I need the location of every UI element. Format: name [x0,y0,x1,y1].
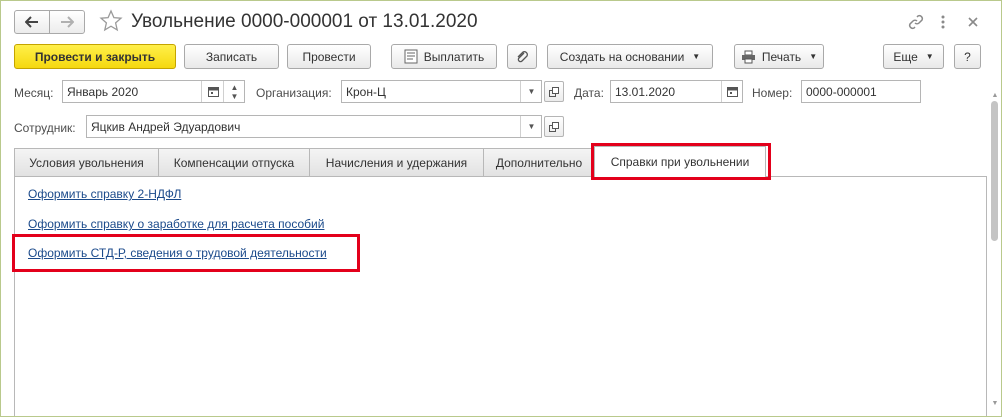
scroll-up-icon[interactable]: ▲ [991,91,999,99]
employee-label: Сотрудник: [14,121,76,135]
save-button[interactable]: Записать [184,44,279,69]
chevron-down-icon[interactable]: ▼ [231,92,239,101]
date-value: 13.01.2020 [615,85,676,99]
document-window: Увольнение 0000-000001 от 13.01.2020 Про… [0,0,1002,417]
page-title: Увольнение 0000-000001 от 13.01.2020 [131,11,478,32]
number-field[interactable]: 0000-000001 [801,80,921,103]
open-organization-button[interactable] [544,81,564,102]
employee-value: Яцкив Андрей Эдуардович [91,120,241,134]
month-stepper[interactable]: ▲ ▼ [223,81,245,102]
tab-dismissal-conditions[interactable]: Условия увольнения [14,148,159,176]
arrow-left-icon [25,16,38,28]
more-vertical-icon[interactable] [933,12,953,32]
post-button[interactable]: Провести [287,44,371,69]
tab-accruals-deductions[interactable]: Начисления и удержания [309,148,484,176]
tab-vacation-compensation[interactable]: Компенсации отпуска [158,148,310,176]
organization-value: Крон-Ц [346,85,386,99]
document-list-icon [404,49,418,64]
number-label: Номер: [752,86,793,100]
caret-down-icon: ▼ [925,52,934,61]
organization-label: Организация: [256,86,332,100]
forward-button[interactable] [49,10,85,34]
month-label: Месяц: [14,86,54,100]
chevron-up-icon[interactable]: ▲ [231,83,239,92]
month-field[interactable]: Январь 2020 ▲ ▼ [62,80,245,103]
tab-dismissal-certificates[interactable]: Справки при увольнении [594,146,766,177]
caret-down-icon: ▼ [692,52,701,61]
create-based-on-label: Создать на основании [559,49,685,64]
link-std-r-report[interactable]: Оформить СТД-Р, сведения о трудовой деят… [28,246,327,260]
paperclip-icon [517,50,528,62]
month-value: Январь 2020 [67,85,139,99]
date-field[interactable]: 13.01.2020 [610,80,743,103]
tab-additional[interactable]: Дополнительно [483,148,595,176]
create-based-on-button[interactable]: Создать на основании ▼ [547,44,713,69]
link-earnings-certificate[interactable]: Оформить справку о заработке для расчета… [28,217,324,231]
calendar-icon[interactable] [721,81,743,102]
calendar-icon[interactable] [201,81,224,102]
back-button[interactable] [14,10,50,34]
more-button-label: Еще [893,49,918,64]
caret-down-icon: ▼ [809,52,818,61]
open-window-icon [549,121,559,132]
arrow-right-icon [61,16,74,28]
print-button[interactable]: Печать ▼ [734,44,824,69]
printer-icon [741,50,755,63]
print-button-label: Печать [761,49,802,64]
more-button[interactable]: Еще ▼ [883,44,944,69]
tab-panel [14,176,987,416]
open-window-icon [549,86,559,97]
dropdown-arrow-icon[interactable]: ▼ [520,116,542,137]
open-employee-button[interactable] [544,116,564,137]
help-button[interactable]: ? [954,44,981,69]
link-icon[interactable] [906,12,926,32]
employee-field[interactable]: Яцкив Андрей Эдуардович ▼ [86,115,542,138]
attach-button[interactable] [507,44,537,69]
post-and-close-button[interactable]: Провести и закрыть [14,44,176,69]
scroll-down-icon[interactable]: ▼ [991,399,999,407]
organization-field[interactable]: Крон-Ц ▼ [341,80,542,103]
scrollbar-thumb[interactable] [991,101,998,241]
link-2ndfl-certificate[interactable]: Оформить справку 2-НДФЛ [28,187,181,201]
favorite-star-icon[interactable] [99,9,123,36]
date-label: Дата: [574,86,604,100]
pay-button-label: Выплатить [423,49,485,64]
number-value: 0000-000001 [806,85,877,99]
dropdown-arrow-icon[interactable]: ▼ [520,81,542,102]
pay-button[interactable]: Выплатить [391,44,497,69]
close-icon[interactable] [963,12,983,32]
